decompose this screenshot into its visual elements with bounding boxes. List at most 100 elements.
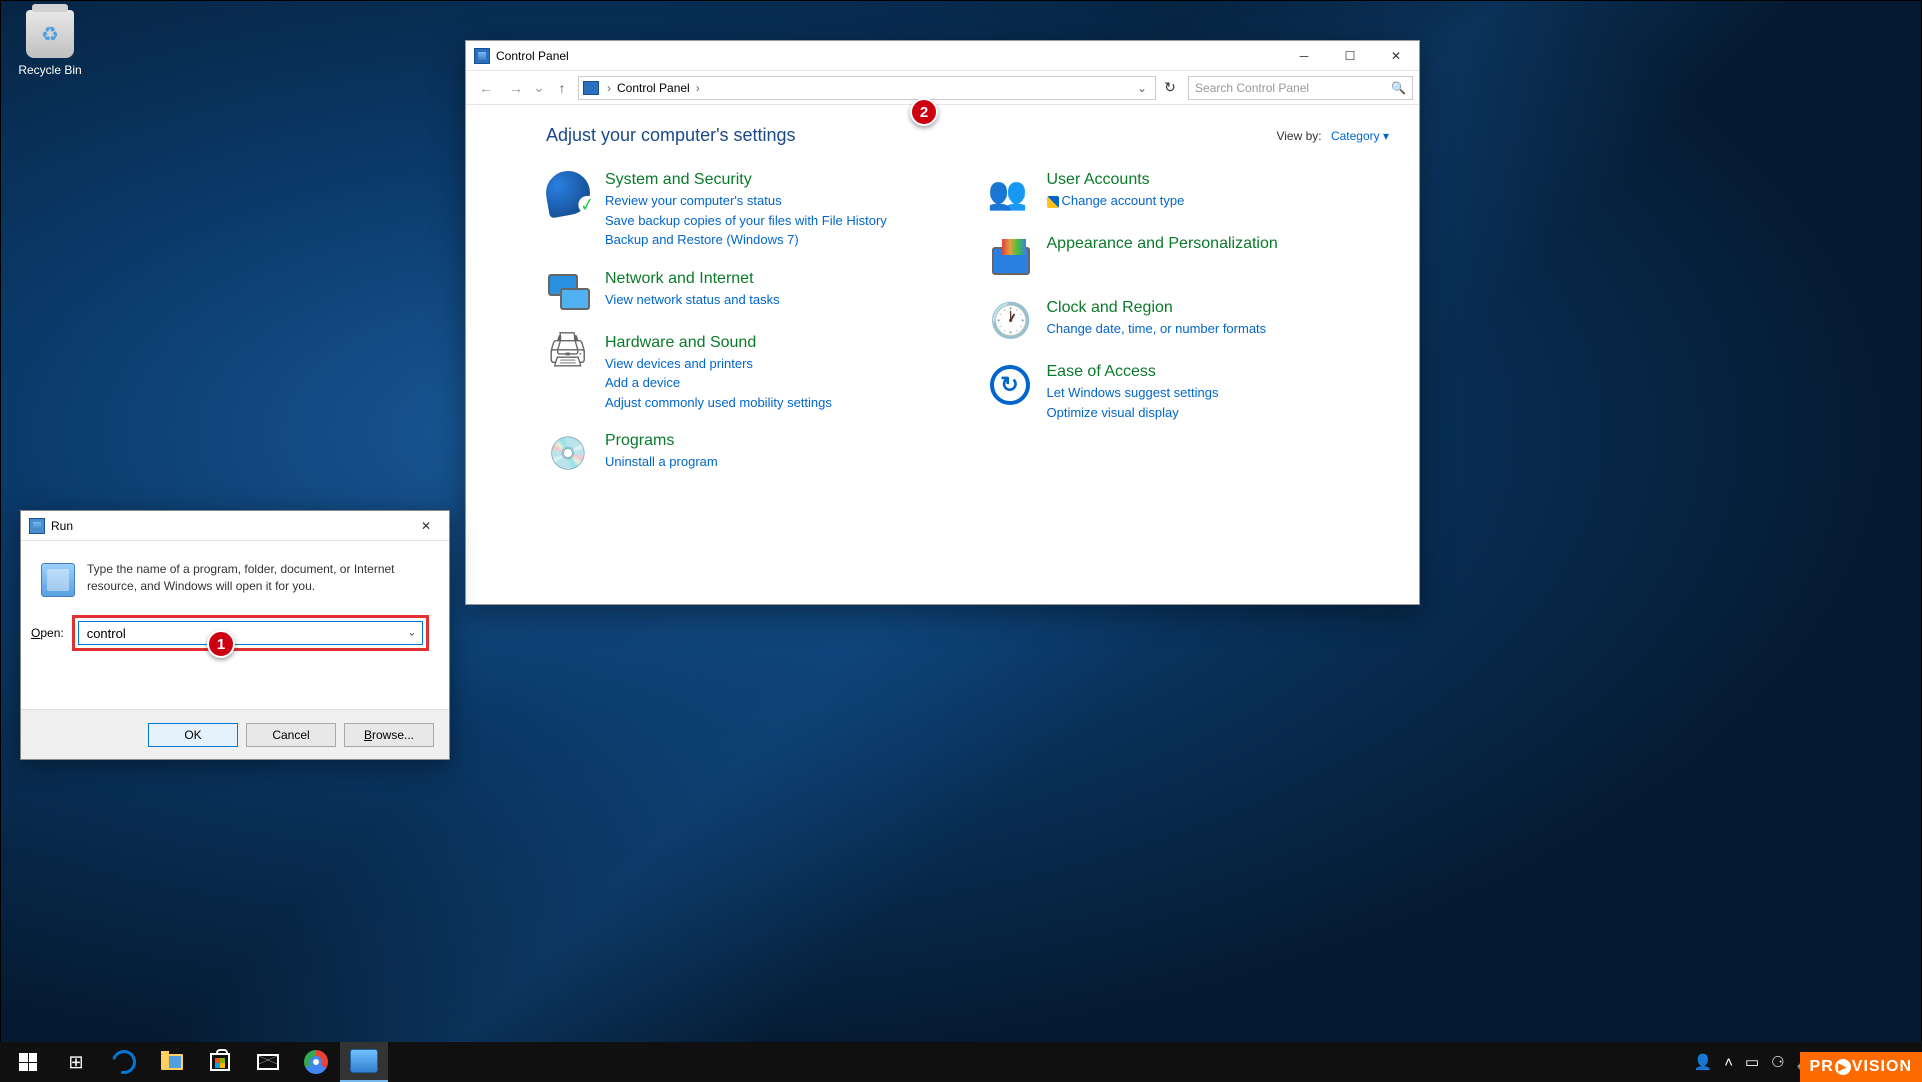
- clock-icon: [988, 299, 1032, 343]
- titlebar[interactable]: Run ✕: [21, 511, 449, 541]
- search-placeholder: Search Control Panel: [1195, 81, 1309, 95]
- appearance-icon: [988, 235, 1032, 279]
- run-taskbar-icon: [350, 1049, 378, 1073]
- start-button[interactable]: [4, 1042, 52, 1082]
- printer-icon: [546, 334, 590, 378]
- cp-link[interactable]: View network status and tasks: [605, 290, 780, 310]
- nav-forward-icon[interactable]: →: [502, 74, 530, 102]
- cp-link[interactable]: Backup and Restore (Windows 7): [605, 230, 887, 250]
- control-panel-icon: [474, 48, 490, 64]
- cp-link[interactable]: Add a device: [605, 373, 832, 393]
- minimize-button[interactable]: ─: [1281, 41, 1327, 70]
- titlebar[interactable]: Control Panel ─ ☐ ✕: [466, 41, 1419, 71]
- chevron-down-icon[interactable]: ⌄: [1133, 81, 1151, 95]
- tray-chevron-icon[interactable]: ˄: [1724, 1054, 1733, 1071]
- browse-button[interactable]: Browse...: [344, 723, 434, 747]
- nav-recent-icon[interactable]: ⌄: [532, 74, 546, 102]
- cp-item-user-accounts: User Accounts Change account type: [988, 171, 1390, 215]
- taskbar-app-mail[interactable]: [244, 1042, 292, 1082]
- close-button[interactable]: ✕: [403, 511, 449, 540]
- mail-icon: [257, 1054, 279, 1070]
- page-title: Adjust your computer's settings: [546, 125, 796, 146]
- cp-item-title[interactable]: Network and Internet: [605, 270, 780, 288]
- cp-item-programs: Programs Uninstall a program: [546, 432, 948, 476]
- chevron-right-icon: ›: [696, 81, 700, 95]
- run-icon: [29, 518, 45, 534]
- cancel-button[interactable]: Cancel: [246, 723, 336, 747]
- chevron-right-icon: ›: [607, 81, 611, 95]
- view-by-value: Category ▾: [1331, 129, 1389, 143]
- task-view-button[interactable]: ⊞: [52, 1042, 100, 1082]
- cp-link[interactable]: Let Windows suggest settings: [1047, 383, 1219, 403]
- maximize-button[interactable]: ☐: [1327, 41, 1373, 70]
- users-icon: [988, 171, 1032, 215]
- view-by-label: View by:: [1276, 129, 1321, 143]
- search-input[interactable]: Search Control Panel 🔍: [1188, 76, 1413, 100]
- cp-link[interactable]: View devices and printers: [605, 354, 832, 374]
- cp-item-network: Network and Internet View network status…: [546, 270, 948, 314]
- window-title: Control Panel: [496, 49, 1281, 63]
- navbar: ← → ⌄ ↑ › Control Panel › ⌄ ↻ Search Con…: [466, 71, 1419, 105]
- annotation-highlight-1: ⌄: [72, 615, 429, 651]
- taskbar-app-edge[interactable]: [100, 1042, 148, 1082]
- cp-item-title[interactable]: System and Security: [605, 171, 887, 189]
- cp-item-title[interactable]: User Accounts: [1047, 171, 1185, 189]
- cp-item-hardware: Hardware and Sound View devices and prin…: [546, 334, 948, 413]
- cp-item-title[interactable]: Ease of Access: [1047, 363, 1219, 381]
- cp-link[interactable]: Uninstall a program: [605, 452, 718, 472]
- run-dialog: Run ✕ Type the name of a program, folder…: [20, 510, 450, 760]
- cp-link[interactable]: Change date, time, or number formats: [1047, 319, 1267, 339]
- ok-button[interactable]: OK: [148, 723, 238, 747]
- windows-icon: [19, 1053, 37, 1071]
- cp-link[interactable]: Optimize visual display: [1047, 403, 1219, 423]
- cp-item-title[interactable]: Programs: [605, 432, 718, 450]
- edge-icon: [108, 1046, 141, 1079]
- cp-item-ease-of-access: ↻ Ease of Access Let Windows suggest set…: [988, 363, 1390, 422]
- battery-icon[interactable]: ▭: [1745, 1053, 1759, 1071]
- nav-back-icon[interactable]: ←: [472, 74, 500, 102]
- taskbar: ⊞ 👤 ˄ ▭ ⚆ 🔊 ENG 4:14 PM: [0, 1042, 1922, 1082]
- chrome-icon: [304, 1050, 328, 1074]
- people-icon[interactable]: 👤: [1694, 1053, 1713, 1071]
- nav-up-icon[interactable]: ↑: [548, 74, 576, 102]
- window-title: Run: [51, 519, 403, 533]
- close-button[interactable]: ✕: [1373, 41, 1419, 70]
- taskbar-app-store[interactable]: [196, 1042, 244, 1082]
- breadcrumb-icon: [583, 81, 599, 95]
- control-panel-window: Control Panel ─ ☐ ✕ ← → ⌄ ↑ › Control Pa…: [465, 40, 1420, 605]
- folder-icon: [161, 1054, 183, 1070]
- cp-link[interactable]: Save backup copies of your files with Fi…: [605, 211, 887, 231]
- cp-item-title[interactable]: Appearance and Personalization: [1047, 235, 1278, 253]
- view-by-selector[interactable]: View by: Category ▾: [1276, 129, 1389, 143]
- uac-shield-icon: [1047, 196, 1059, 208]
- breadcrumb[interactable]: › Control Panel › ⌄: [578, 76, 1156, 100]
- open-input[interactable]: [78, 621, 423, 645]
- desktop-icon-recycle-bin[interactable]: Recycle Bin: [10, 10, 90, 77]
- wifi-icon[interactable]: ⚆: [1771, 1053, 1784, 1071]
- cp-item-title[interactable]: Clock and Region: [1047, 299, 1267, 317]
- cp-item-system-security: System and Security Review your computer…: [546, 171, 948, 250]
- taskbar-app-run[interactable]: [340, 1042, 388, 1082]
- cp-item-clock-region: Clock and Region Change date, time, or n…: [988, 299, 1390, 343]
- watermark: PR▶VISION: [1800, 1052, 1922, 1082]
- recycle-bin-label: Recycle Bin: [10, 63, 90, 77]
- ease-of-access-icon: ↻: [988, 363, 1032, 407]
- refresh-icon[interactable]: ↻: [1158, 79, 1182, 96]
- disc-icon: [546, 432, 590, 476]
- cp-link[interactable]: Change account type: [1047, 191, 1185, 211]
- store-icon: [210, 1053, 230, 1071]
- recycle-bin-icon: [26, 10, 74, 58]
- run-description: Type the name of a program, folder, docu…: [87, 561, 429, 597]
- annotation-callout-1: 1: [207, 630, 235, 658]
- cp-item-title[interactable]: Hardware and Sound: [605, 334, 832, 352]
- taskbar-app-explorer[interactable]: [148, 1042, 196, 1082]
- run-program-icon: [41, 563, 75, 597]
- annotation-callout-2: 2: [910, 98, 938, 126]
- search-icon: 🔍: [1391, 81, 1406, 95]
- open-label: Open:: [31, 626, 64, 640]
- cp-link[interactable]: Review your computer's status: [605, 191, 887, 211]
- cp-item-appearance: Appearance and Personalization: [988, 235, 1390, 279]
- cp-link[interactable]: Adjust commonly used mobility settings: [605, 393, 832, 413]
- taskbar-app-chrome[interactable]: [292, 1042, 340, 1082]
- breadcrumb-text: Control Panel: [617, 81, 690, 95]
